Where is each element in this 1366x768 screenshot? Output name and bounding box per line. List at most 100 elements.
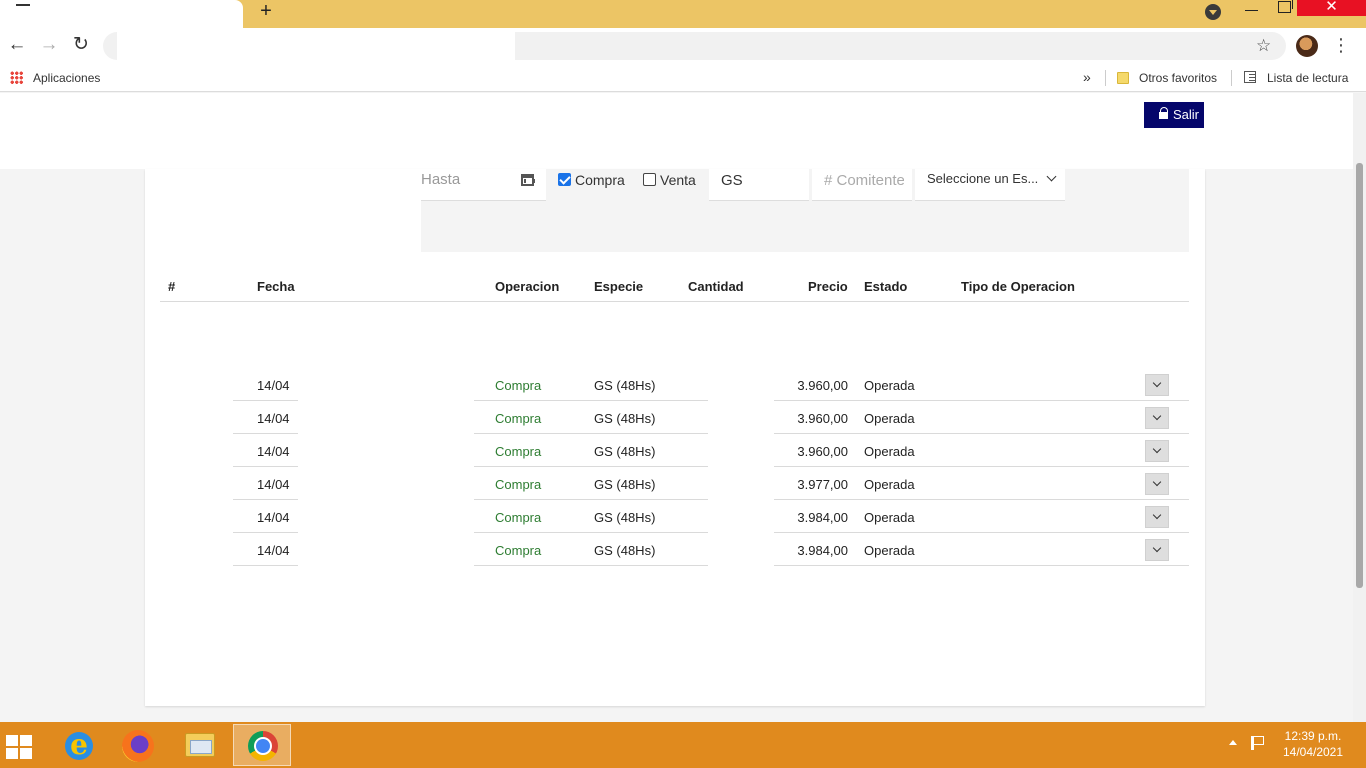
cell-precio: 3.960,00 [797,411,848,426]
comitente-input[interactable]: # Comitente [812,169,912,201]
row-divider [233,565,298,566]
cell-especie: GS (48Hs) [594,411,656,426]
back-arrow-icon[interactable]: ← [6,34,28,56]
table-row: 14/04 Compra GS (48Hs) 3.984,00 Operada [160,533,1189,566]
cell-operacion: Compra [495,510,542,525]
reload-icon[interactable]: ↻ [70,34,92,56]
row-divider [474,565,708,566]
hasta-date-input[interactable]: Hasta [421,169,546,201]
firefox-icon [122,730,154,762]
cell-estado: Operada [864,510,915,525]
page-scrollbar[interactable] [1353,93,1366,722]
row-expand-button[interactable] [1145,374,1169,396]
column-header-cantidad[interactable]: Cantidad [688,279,744,294]
bookmark-otros-favoritos[interactable]: Otros favoritos [1139,71,1217,85]
cell-operacion: Compra [495,378,542,393]
action-center-flag-icon[interactable] [1251,736,1264,750]
tab-loading-icon [16,4,30,6]
salir-label: Salir [1172,107,1199,122]
forward-arrow-icon[interactable]: → [38,34,60,56]
cell-estado: Operada [864,378,915,393]
cell-precio: 3.960,00 [797,378,848,393]
column-header-number[interactable]: # [168,279,175,294]
cell-precio: 3.984,00 [797,510,848,525]
show-hidden-icons-icon[interactable] [1229,740,1237,745]
cell-fecha: 14/04 [257,510,290,525]
cell-precio: 3.977,00 [797,477,848,492]
clock-time: 12:39 p.m. [1284,729,1342,743]
column-header-tipo-operacion[interactable]: Tipo de Operacion [961,279,1075,294]
app-header: Salir [0,93,1353,169]
operations-panel: Hasta Compra Venta GS # Comitente Selecc… [145,169,1205,706]
bookmark-star-icon[interactable]: ☆ [1256,37,1271,54]
cell-estado: Operada [864,444,915,459]
row-expand-button[interactable] [1145,440,1169,462]
cell-estado: Operada [864,543,915,558]
more-bookmarks-chevron-icon[interactable]: » [1083,69,1091,85]
taskbar-firefox[interactable] [108,724,166,766]
address-bar[interactable] [103,32,1286,60]
column-header-especie[interactable]: Especie [594,279,643,294]
folder-icon [1117,72,1129,84]
cell-fecha: 14/04 [257,378,290,393]
especie-value: GS [721,172,743,189]
row-divider [774,565,1189,566]
salir-button[interactable]: Salir [1144,102,1204,128]
system-clock[interactable]: 12:39 p.m. 14/04/2021 [1280,728,1346,760]
row-expand-button[interactable] [1145,506,1169,528]
scrollbar-thumb[interactable] [1356,163,1363,588]
chrome-icon [248,731,278,761]
restore-button[interactable] [1278,0,1293,13]
browser-tab-strip: + ✕ [0,0,1366,28]
table-header: # Fecha Operacion Especie Cantidad Preci… [160,269,1189,302]
row-expand-button[interactable] [1145,407,1169,429]
cell-especie: GS (48Hs) [594,477,656,492]
tab-search-icon[interactable] [1205,4,1221,20]
cell-fecha: 14/04 [257,444,290,459]
profile-avatar[interactable] [1296,35,1318,57]
table-row: 14/04 Compra GS (48Hs) 3.960,00 Operada [160,434,1189,467]
reading-list-link[interactable]: Lista de lectura [1267,71,1348,85]
row-expand-button[interactable] [1145,473,1169,495]
column-header-fecha[interactable]: Fecha [257,279,295,294]
estado-select-value: Seleccione un Es... [927,171,1039,186]
apps-grid-icon[interactable] [10,71,23,84]
browser-menu-icon[interactable]: ⋮ [1332,35,1350,55]
bookmarks-divider [1105,70,1106,86]
table-row: 14/04 Compra GS (48Hs) 3.977,00 Operada [160,467,1189,500]
windows-start-icon[interactable] [6,735,34,759]
browser-toolbar: ← → ↻ ☆ ⋮ [0,28,1366,64]
estado-select[interactable]: Seleccione un Es... [915,169,1065,201]
new-tab-button[interactable]: + [256,1,276,23]
venta-checkbox-label[interactable]: Venta [660,172,696,188]
bookmarks-bar: Aplicaciones » Otros favoritos Lista de … [0,64,1366,92]
taskbar-internet-explorer[interactable]: e [48,724,106,766]
bookmarks-divider [1231,70,1232,86]
calendar-icon[interactable] [521,174,535,186]
lock-icon [1158,107,1168,119]
browser-tab[interactable] [0,0,243,28]
column-header-precio[interactable]: Precio [808,279,848,294]
bookmark-apps[interactable]: Aplicaciones [33,71,100,85]
compra-checkbox-label[interactable]: Compra [575,172,625,188]
venta-checkbox[interactable] [643,173,656,186]
cell-especie: GS (48Hs) [594,510,656,525]
clock-date: 14/04/2021 [1282,745,1344,759]
reading-list-icon[interactable] [1244,71,1256,83]
minimize-button[interactable] [1245,10,1258,11]
close-window-button[interactable]: ✕ [1297,0,1366,16]
taskbar-file-explorer[interactable] [170,724,228,766]
compra-checkbox[interactable] [558,173,571,186]
cell-especie: GS (48Hs) [594,444,656,459]
especie-input[interactable]: GS [709,169,809,201]
cell-operacion: Compra [495,411,542,426]
table-row: 14/04 Compra GS (48Hs) 3.960,00 Operada [160,401,1189,434]
address-bar-redacted [117,32,515,60]
cell-especie: GS (48Hs) [594,543,656,558]
cell-precio: 3.984,00 [797,543,848,558]
taskbar-chrome[interactable] [233,724,291,766]
cell-operacion: Compra [495,543,542,558]
column-header-estado[interactable]: Estado [864,279,907,294]
row-expand-button[interactable] [1145,539,1169,561]
column-header-operacion[interactable]: Operacion [495,279,559,294]
